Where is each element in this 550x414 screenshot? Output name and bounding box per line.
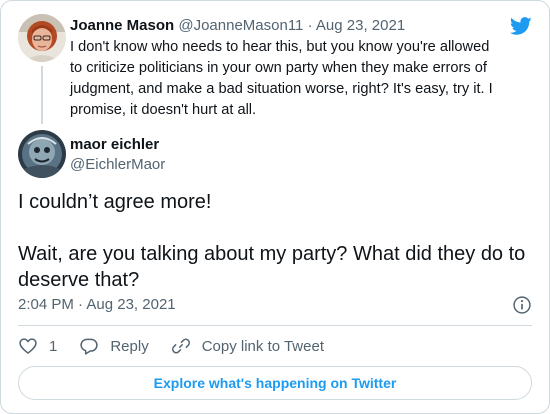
tweet-text-line-1: I couldn’t agree more! xyxy=(18,191,212,213)
reply-button[interactable]: Reply xyxy=(79,336,149,356)
explore-twitter-button[interactable]: Explore what's happening on Twitter xyxy=(18,366,532,400)
parent-tweet[interactable]: Joanne Mason @JoanneMason11 · Aug 23, 20… xyxy=(18,14,532,124)
author-name[interactable]: maor eichler xyxy=(70,135,159,155)
parent-tweet-header: Joanne Mason @JoanneMason11 · Aug 23, 20… xyxy=(70,16,502,36)
tweet-timestamp[interactable]: 2:04 PM · Aug 23, 2021 xyxy=(18,295,176,315)
tweet-date[interactable]: Aug 23, 2021 xyxy=(86,296,175,313)
avatar[interactable] xyxy=(18,14,66,62)
copy-link-label: Copy link to Tweet xyxy=(201,337,324,355)
parent-tweet-text: I don't know who needs to hear this, but… xyxy=(70,39,493,118)
avatar[interactable] xyxy=(18,130,66,178)
tweet-author[interactable]: maor eichler @EichlerMaor xyxy=(18,130,418,178)
heart-icon xyxy=(19,338,37,354)
like-button[interactable]: 1 xyxy=(18,336,57,356)
copy-link-button[interactable]: Copy link to Tweet xyxy=(171,336,324,356)
joanne-mason-avatar-image xyxy=(18,14,66,62)
thread-connector-line xyxy=(41,66,43,124)
tweet-text: I couldn’t agree more! Wait, are you tal… xyxy=(18,189,538,293)
author-handle[interactable]: @EichlerMaor xyxy=(70,155,165,175)
parent-tweet-date[interactable]: Aug 23, 2021 xyxy=(316,17,405,34)
like-count: 1 xyxy=(49,337,58,355)
separator-dot: · xyxy=(78,296,84,313)
info-icon[interactable] xyxy=(512,295,532,315)
tweet-actions: 1 Reply Copy link to Tweet xyxy=(18,334,346,358)
tweet-text-line-2: Wait, are you talking about my party? Wh… xyxy=(18,243,526,291)
divider xyxy=(18,325,532,326)
reply-label: Reply xyxy=(110,337,149,355)
parent-author-name[interactable]: Joanne Mason xyxy=(70,17,174,34)
tweet-embed-card: Joanne Mason @JoanneMason11 · Aug 23, 20… xyxy=(0,0,550,414)
maor-eichler-avatar-image xyxy=(18,130,66,178)
link-icon xyxy=(171,338,190,354)
parent-author-handle[interactable]: @JoanneMason11 xyxy=(178,17,303,34)
tweet-time[interactable]: 2:04 PM xyxy=(18,296,74,313)
separator-dot: · xyxy=(307,17,313,34)
reply-bubble-icon xyxy=(80,338,99,355)
parent-tweet-body: Joanne Mason @JoanneMason11 · Aug 23, 20… xyxy=(70,16,502,121)
